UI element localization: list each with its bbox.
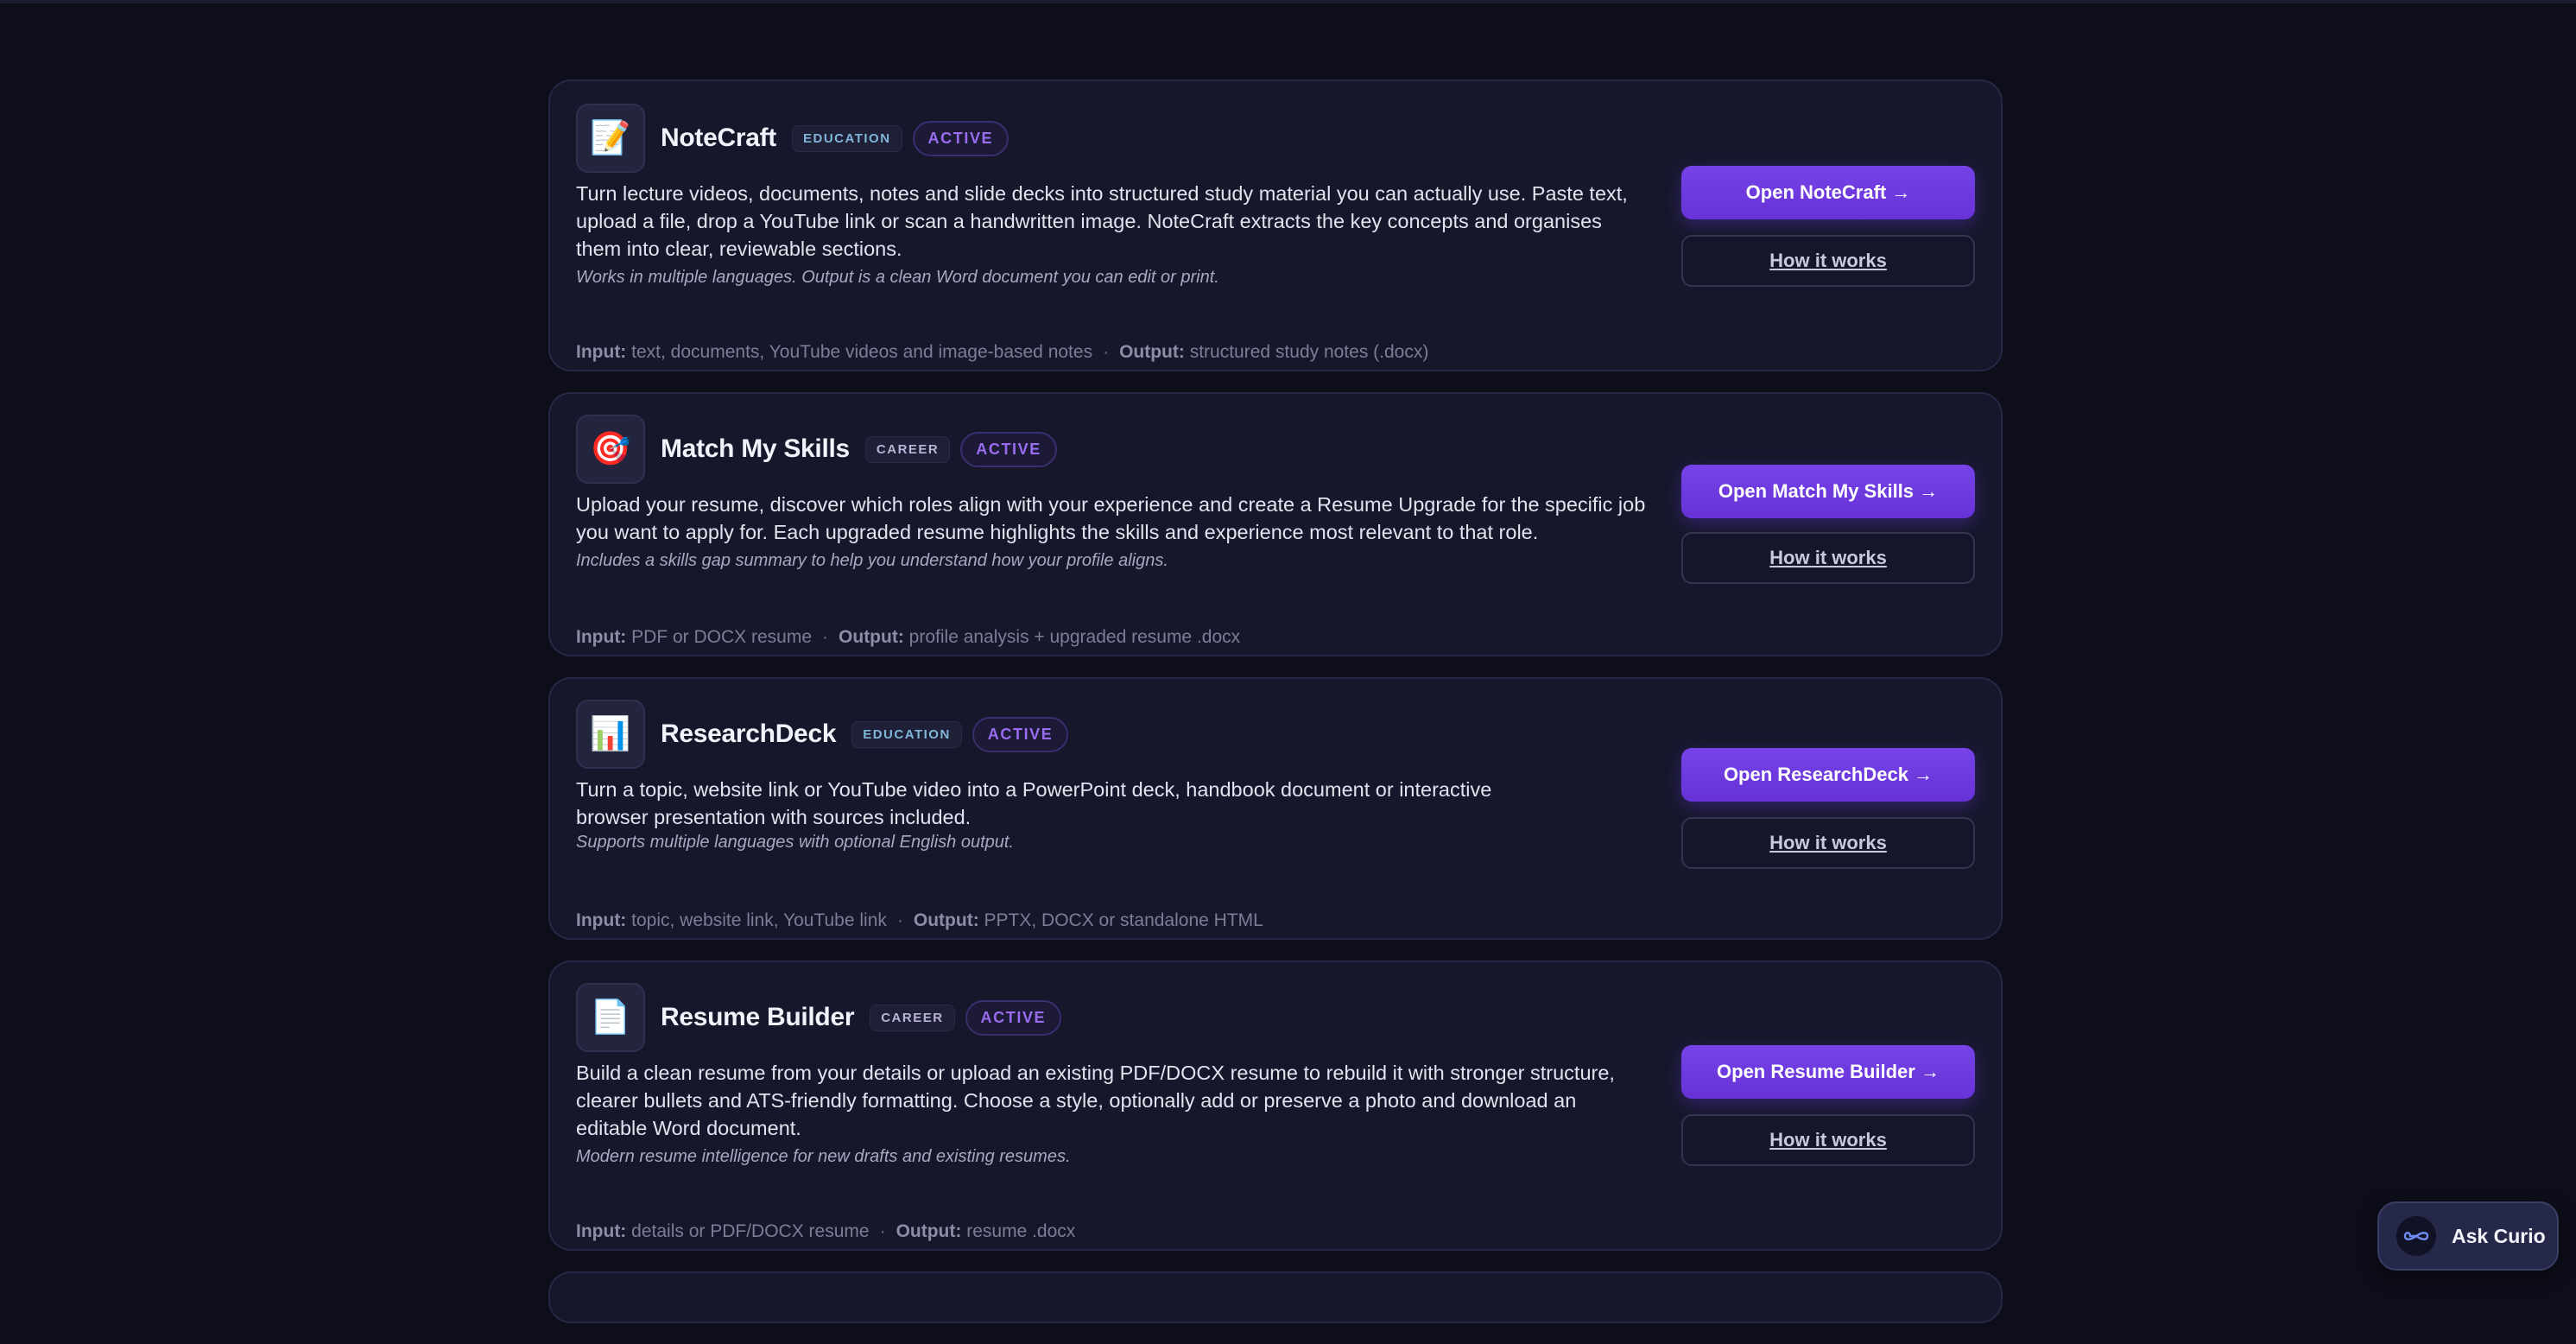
status-badge: ACTIVE <box>965 999 1062 1036</box>
target-icon: 🎯 <box>576 415 645 484</box>
category-badge: EDUCATION <box>851 720 962 748</box>
status-badge: ACTIVE <box>972 716 1069 752</box>
tool-description: Turn lecture videos, documents, notes an… <box>576 182 1628 260</box>
how-it-works-button[interactable]: How it works <box>1681 817 1975 869</box>
status-badge: ACTIVE <box>960 431 1057 467</box>
io-summary: Input: PDF or DOCX resume · Output: profil… <box>576 627 1241 647</box>
top-divider <box>0 0 2576 3</box>
infinity-icon <box>2396 1216 2436 1256</box>
tool-name: ResearchDeck <box>661 720 837 748</box>
open-notecraft-button[interactable]: Open NoteCraft → <box>1681 166 1975 219</box>
tool-description: Build a clean resume from your details o… <box>576 1062 1615 1139</box>
how-it-works-button[interactable]: How it works <box>1681 532 1975 584</box>
tool-card-match-my-skills: 🎯 Match My Skills CAREER ACTIVE Upload y… <box>548 392 2003 656</box>
memo-icon: 📝 <box>576 104 645 173</box>
tool-description: Turn a topic, website link or YouTube vi… <box>576 778 1492 828</box>
tool-card-resume-builder: 📄 Resume Builder CAREER ACTIVE Build a c… <box>548 960 2003 1251</box>
category-badge: EDUCATION <box>791 124 902 152</box>
tool-description: Upload your resume, discover which roles… <box>576 493 1646 543</box>
io-summary: Input: details or PDF/DOCX resume · Output… <box>576 1221 1076 1241</box>
ask-curio-button[interactable]: Ask Curio <box>2377 1201 2559 1271</box>
category-badge: CAREER <box>864 435 951 463</box>
how-it-works-button[interactable]: How it works <box>1681 235 1975 287</box>
tool-card-notecraft: 📝 NoteCraft EDUCATION ACTIVE Turn lectur… <box>548 79 2003 371</box>
bar-chart-icon: 📊 <box>576 700 645 769</box>
card-header: 📝 NoteCraft EDUCATION ACTIVE <box>576 104 2199 173</box>
io-summary: Input: topic, website link, YouTube link… <box>576 910 1263 930</box>
status-badge: ACTIVE <box>912 120 1010 156</box>
open-match-my-skills-button[interactable]: Open Match My Skills → <box>1681 465 1975 518</box>
tool-card-researchdeck: 📊 ResearchDeck EDUCATION ACTIVE Turn a t… <box>548 677 2003 940</box>
card-header: 📄 Resume Builder CAREER ACTIVE <box>576 983 2199 1052</box>
ask-curio-label: Ask Curio <box>2452 1224 2546 1247</box>
category-badge: CAREER <box>870 1004 955 1031</box>
open-researchdeck-button[interactable]: Open ResearchDeck → <box>1681 748 1975 802</box>
how-it-works-button[interactable]: How it works <box>1681 1114 1975 1166</box>
open-resume-builder-button[interactable]: Open Resume Builder → <box>1681 1045 1975 1099</box>
tool-name: Match My Skills <box>661 434 850 463</box>
document-icon: 📄 <box>576 983 645 1052</box>
tool-list: 📝 NoteCraft EDUCATION ACTIVE Turn lectur… <box>548 79 2003 1344</box>
io-summary: Input: text, documents, YouTube videos a… <box>576 342 1429 362</box>
tool-name: Resume Builder <box>661 1003 855 1031</box>
tool-name: NoteCraft <box>661 124 776 152</box>
tool-card-next <box>548 1271 2003 1323</box>
